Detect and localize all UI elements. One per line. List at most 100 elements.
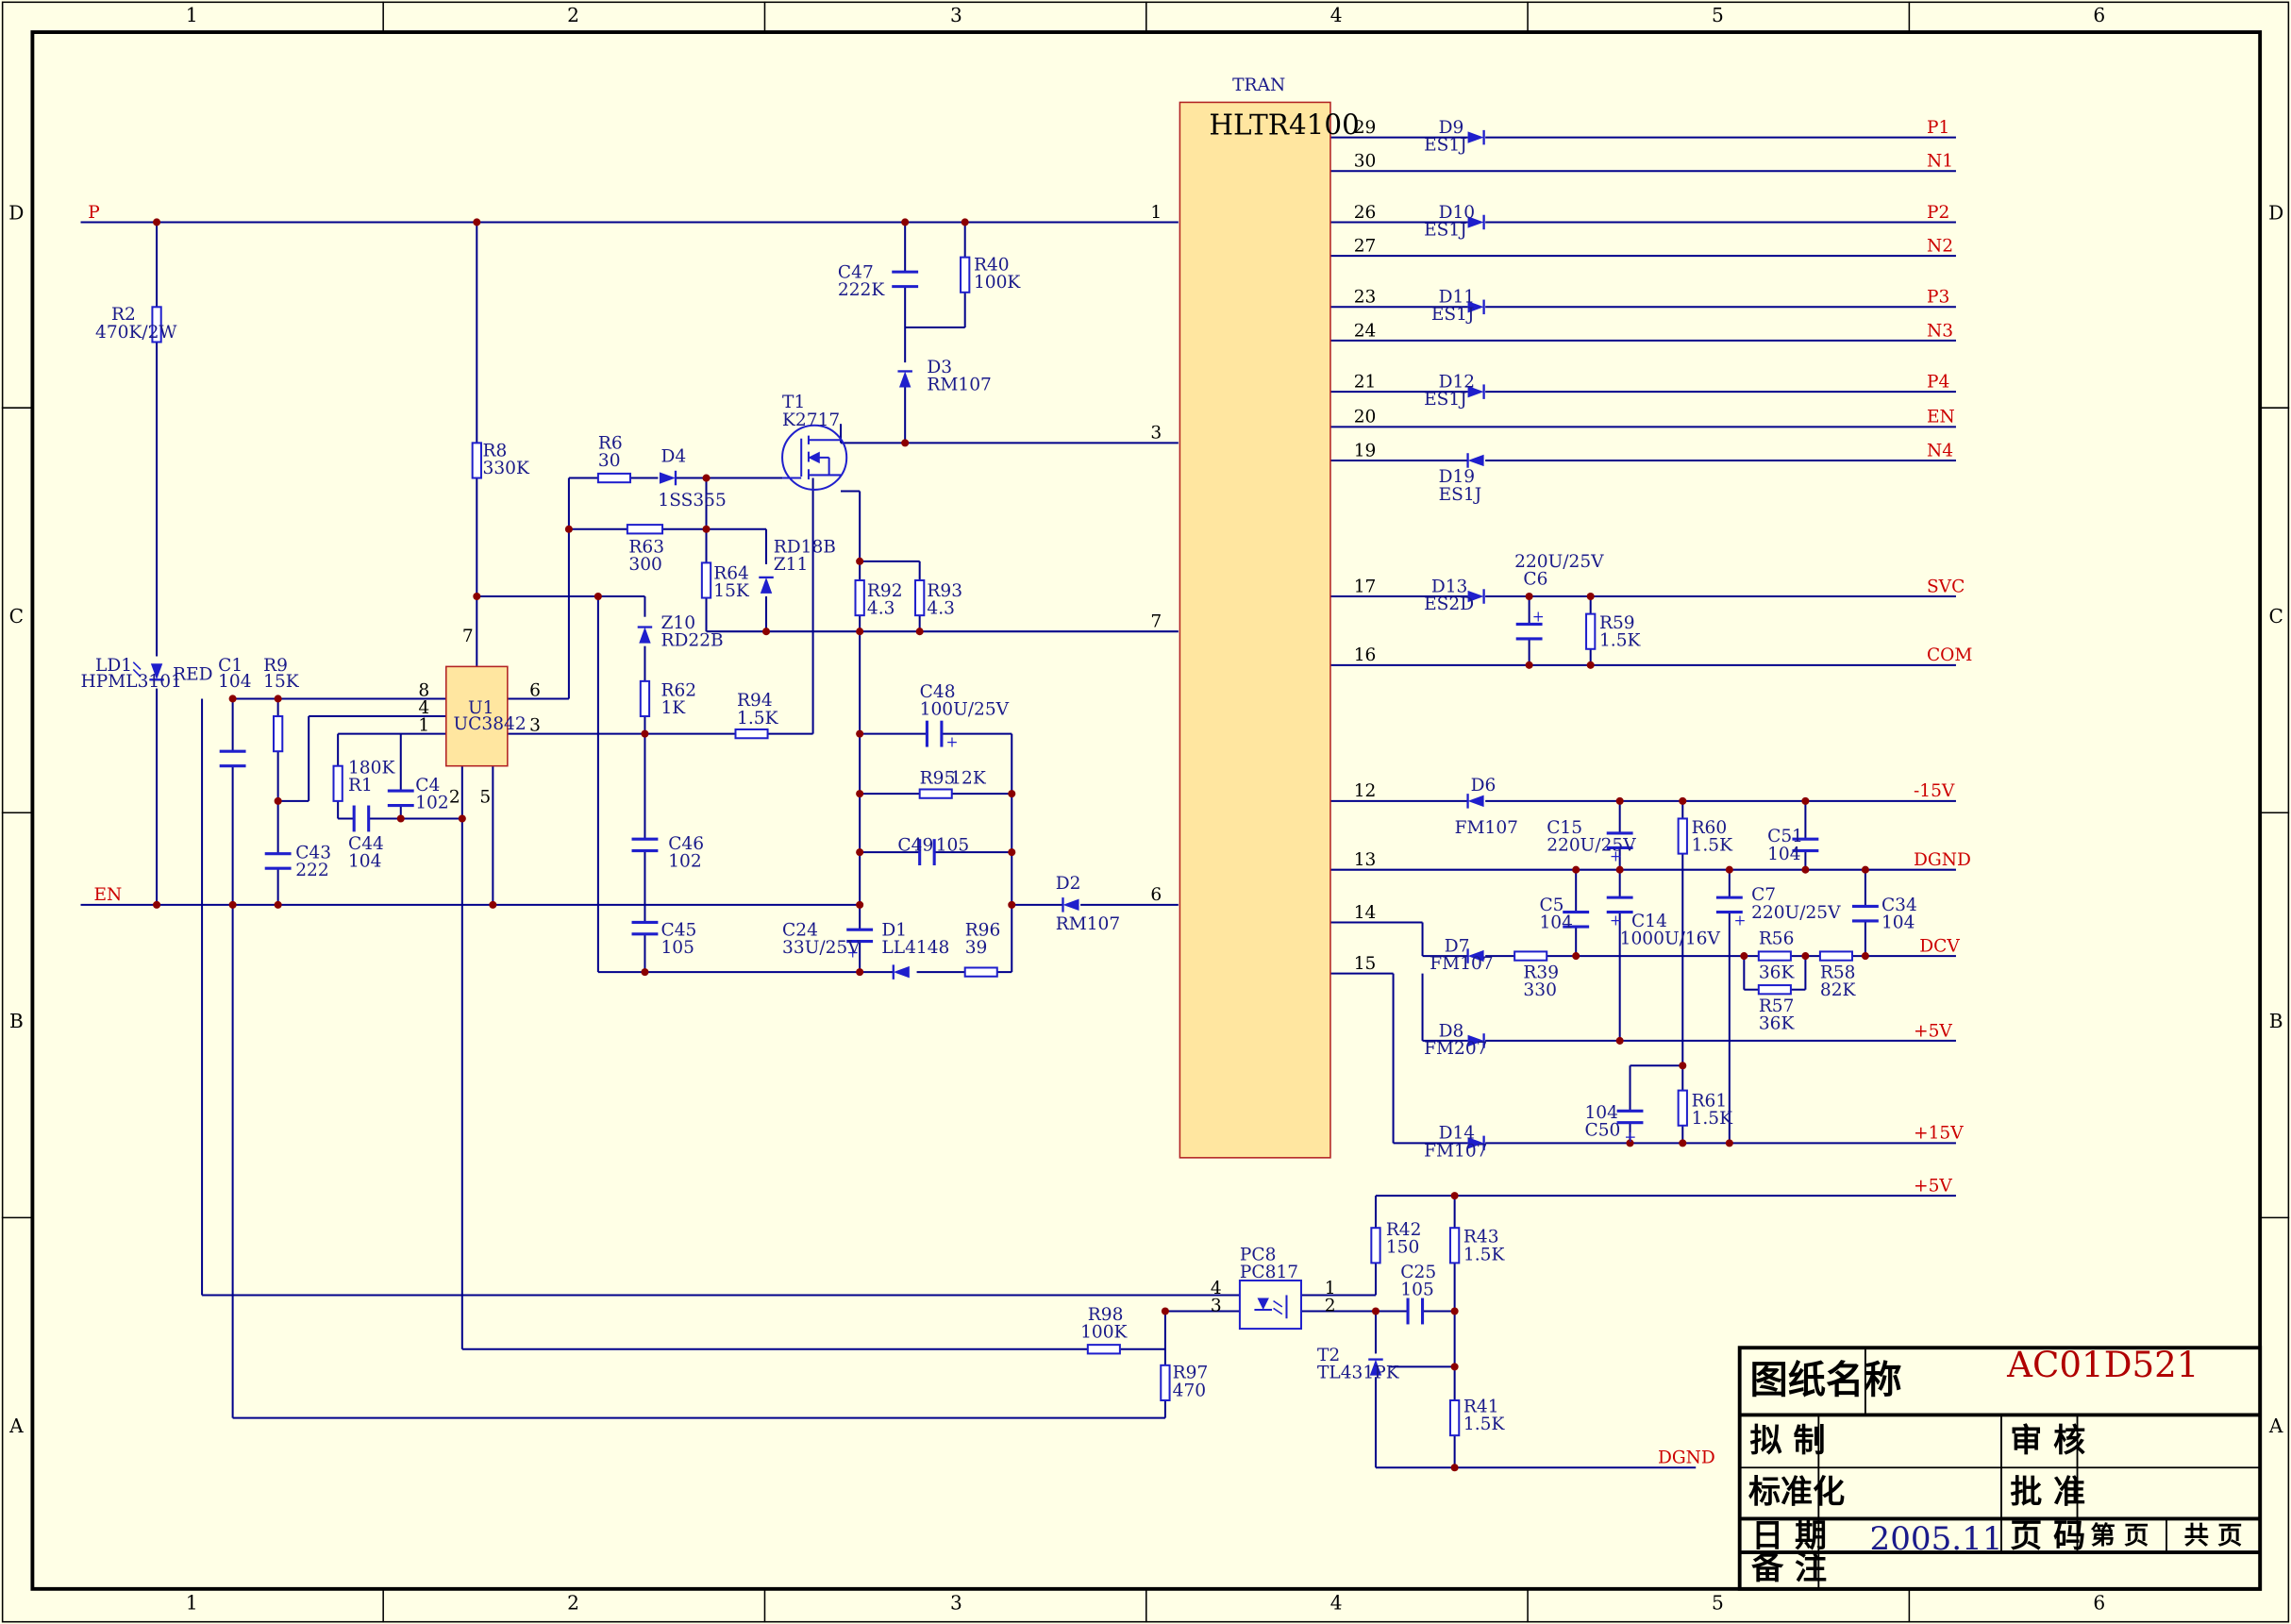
d6-value: FM107 [1455,818,1518,838]
c25-value: 105 [1400,1280,1433,1299]
title-block-drawing-name: AC01D521 [2006,1344,2199,1385]
r97-value: 470 [1173,1381,1206,1400]
zone-col-label: 1 [186,1592,198,1615]
r94-body [734,728,769,740]
transformer-name: HLTR4100 [1209,109,1359,142]
r63-body [626,524,664,535]
d1-value: LL4148 [881,938,949,958]
r61-body [1677,1089,1688,1127]
tran-pin: 26 [1354,203,1377,223]
tran-pin: 27 [1354,236,1377,256]
svg-text:+: + [1610,912,1622,929]
r61-value: 1.5K [1692,1109,1734,1129]
r60-body [1677,817,1688,855]
r39-value: 330 [1523,980,1556,1000]
svg-text:+: + [1733,912,1746,929]
zone-row-label: A [2268,1415,2283,1437]
r95-value: 12K [950,768,987,788]
tran-pin: 13 [1354,850,1377,870]
title-block-approve-label: 批 准 [2010,1473,2085,1511]
zone-col-label: 4 [1330,1592,1343,1615]
c1-value: 104 [218,672,251,692]
net-label-svc: SVC [1927,577,1965,596]
ic-pin: 7 [462,627,474,646]
t1-value: K2717 [782,410,840,430]
zone-row-label: C [2268,605,2283,628]
c14-value: 1000U/16V [1620,929,1721,949]
tran-pin: 6 [1150,885,1162,905]
net-label-p1: P1 [1927,118,1949,138]
d7-value: FM107 [1430,954,1493,974]
ic-value: UC3842 [454,714,527,734]
title-block-drawing-name-label: 图纸名称 [1750,1359,1902,1402]
c5-value: 104 [1539,913,1572,933]
r1-body [332,764,343,802]
r56-value: 36K [1759,963,1796,982]
r96-body [963,966,998,978]
r41-value: 1.5K [1463,1415,1506,1434]
title-block: 图纸名称 AC01D521 拟 制 审 核 标准化 批 准 日 期 2005.1… [1737,1344,2263,1591]
r1-ref: R1 [348,776,373,795]
r93-value: 4.3 [927,599,955,619]
d4-value: 1SS355 [658,491,726,511]
r57-body [1757,984,1792,996]
c49-value: 105 [936,836,969,856]
transformer-ref: TRAN [1232,75,1285,95]
c48-value: 100U/25V [920,699,1010,719]
r97-body [1160,1364,1171,1402]
c44-value: 104 [348,852,381,872]
r93-body [914,578,926,617]
zone-col-label: 6 [2093,4,2105,26]
tran-pin: 23 [1354,288,1377,308]
r8-value: 330K [483,459,530,478]
tran-pin: 1 [1150,203,1162,223]
c34-value: 104 [1881,913,1915,933]
net-label-dcv: DCV [1919,936,1960,956]
zone-col-label: 4 [1330,4,1343,26]
d4-ref: D4 [661,447,686,467]
r95-body [918,788,953,799]
net-label-p4: P4 [1927,372,1949,392]
r94-value: 1.5K [737,709,779,728]
r98-value: 100K [1080,1322,1128,1342]
title-block-drawn-label: 拟 制 [1750,1422,1826,1460]
transformer-body [1179,101,1331,1159]
r63-value: 300 [628,555,661,575]
r6-body [596,472,631,484]
ic-pin: 3 [529,716,541,736]
zone-row-label: C [9,605,24,628]
r64-body [700,561,712,599]
c49-ref: C49 [897,836,933,856]
tran-pin: 24 [1354,321,1377,341]
tran-pin: 17 [1354,577,1377,596]
r92-body [854,578,865,617]
tran-pin: 16 [1354,645,1377,665]
title-block-date: 2005.11 [1870,1520,2003,1558]
net-label-n1: N1 [1927,152,1953,172]
title-block-total-label: 共 页 [2184,1522,2243,1550]
d13-value: ES2D [1424,594,1474,614]
zone-col-label: 2 [567,1592,579,1615]
r43-value: 1.5K [1463,1245,1506,1264]
r58-value: 82K [1820,980,1857,1000]
zone-col-label: 3 [950,4,962,26]
zone-row-label: D [8,201,24,224]
r39-body [1513,950,1548,962]
r56-body [1757,950,1792,962]
net-label-n4: N4 [1927,441,1953,460]
zone-row-label: B [9,1010,24,1032]
tran-pin: 19 [1354,441,1377,460]
tran-pin: 29 [1354,118,1377,138]
net-label-dgnd-feedback: DGND [1658,1448,1715,1468]
ic-pin: 5 [479,787,491,807]
tran-pin: 20 [1354,408,1377,427]
c51-value: 104 [1767,845,1800,864]
r58-body [1818,950,1853,962]
zone-col-label: 5 [1712,4,1724,26]
c45-value: 105 [661,938,694,958]
ic-pin: 1 [418,716,429,736]
d3-value: RM107 [927,376,991,395]
r6-value: 30 [598,451,621,471]
net-label-en-out: EN [1927,408,1955,427]
net-label-en: EN [93,885,122,905]
